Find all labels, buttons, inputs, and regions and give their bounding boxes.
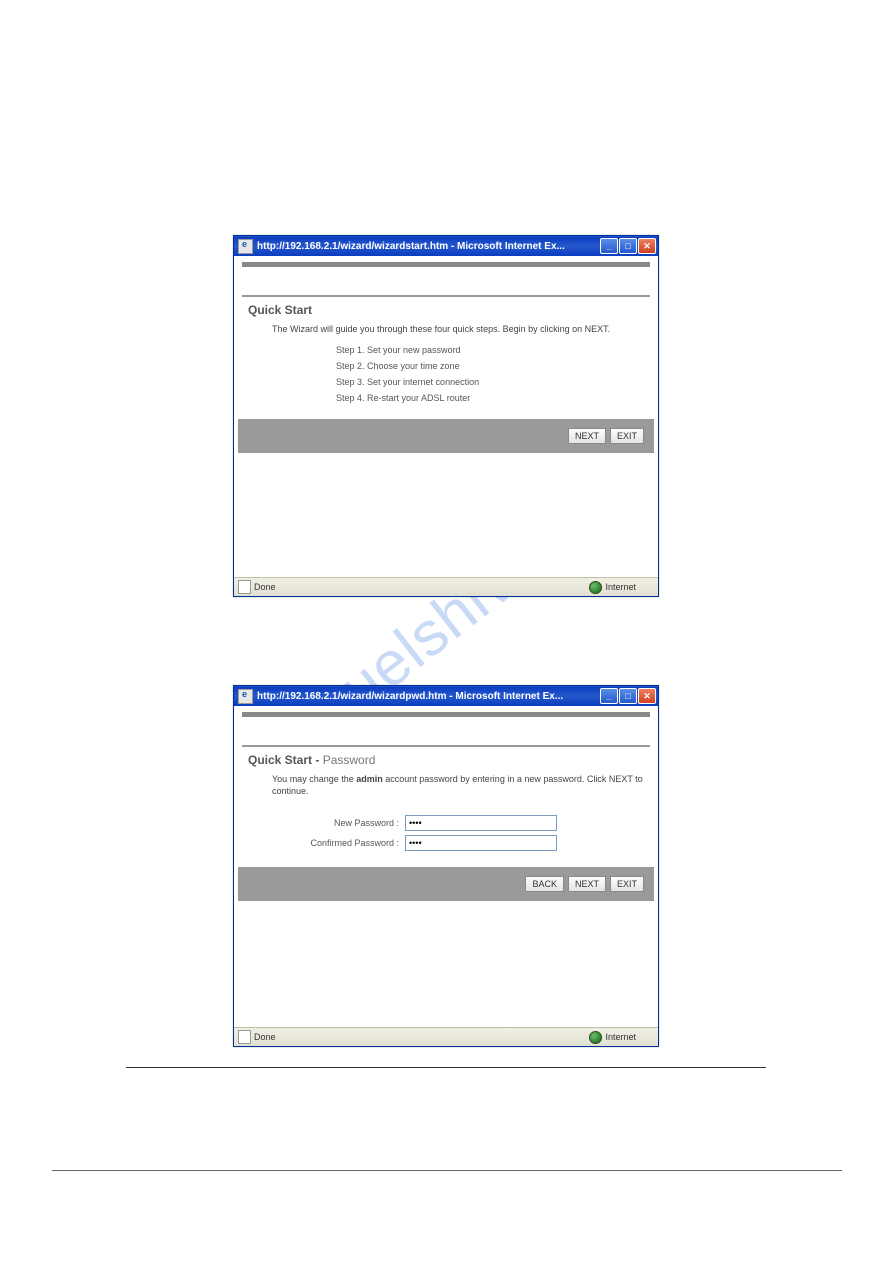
close-button[interactable]: ✕ [638,238,656,254]
document-page: http://192.168.2.1/wizard/wizardstart.ht… [126,40,766,1068]
status-text: Done [254,1032,276,1042]
step-list: Step 1. Set your new password Step 2. Ch… [336,345,650,403]
page-content: Quick Start - Password You may change th… [234,706,658,1027]
new-password-label: New Password : [242,818,405,828]
window-controls: _ □ ✕ [600,688,656,704]
page-content: Quick Start The Wizard will guide you th… [234,256,658,577]
minimize-button[interactable]: _ [600,238,618,254]
new-password-input[interactable] [405,815,557,831]
browser-window-quickstart: http://192.168.2.1/wizard/wizardstart.ht… [233,235,659,597]
window-titlebar[interactable]: http://192.168.2.1/wizard/wizardpwd.htm … [234,686,658,706]
status-zone: Internet [589,581,654,594]
intro-text: You may change the admin account passwor… [272,773,650,797]
section-divider [242,745,650,747]
section-heading: Quick Start - Password [248,753,650,767]
maximize-button[interactable]: □ [619,238,637,254]
window-title: http://192.168.2.1/wizard/wizardpwd.htm … [257,691,600,702]
header-bar [242,712,650,717]
maximize-button[interactable]: □ [619,688,637,704]
browser-window-password: http://192.168.2.1/wizard/wizardpwd.htm … [233,685,659,1047]
globe-icon [589,581,602,594]
form-row-new-password: New Password : [242,815,650,831]
window-title: http://192.168.2.1/wizard/wizardstart.ht… [257,241,600,252]
section-heading: Quick Start [248,303,650,317]
window-titlebar[interactable]: http://192.168.2.1/wizard/wizardstart.ht… [234,236,658,256]
button-bar: NEXT EXIT [238,419,654,453]
intro-text: The Wizard will guide you through these … [272,323,650,335]
step-item: Step 3. Set your internet connection [336,377,650,387]
window-controls: _ □ ✕ [600,238,656,254]
status-left: Done [238,1030,589,1044]
next-button[interactable]: NEXT [568,428,606,444]
status-bar: Done Internet [234,577,658,596]
confirm-password-label: Confirmed Password : [242,838,405,848]
status-bar: Done Internet [234,1027,658,1046]
exit-button[interactable]: EXIT [610,876,644,892]
page-icon [238,580,251,594]
next-button[interactable]: NEXT [568,876,606,892]
page-footer-rule [52,1170,842,1171]
step-item: Step 4. Re-start your ADSL router [336,393,650,403]
page-icon [238,1030,251,1044]
document-rule [126,1067,766,1068]
zone-text: Internet [605,1032,636,1042]
section-divider [242,295,650,297]
header-bar [242,262,650,267]
form-row-confirm-password: Confirmed Password : [242,835,650,851]
zone-text: Internet [605,582,636,592]
button-bar: BACK NEXT EXIT [238,867,654,901]
status-left: Done [238,580,589,594]
step-item: Step 1. Set your new password [336,345,650,355]
status-text: Done [254,582,276,592]
confirm-password-input[interactable] [405,835,557,851]
ie-icon [238,239,253,254]
close-button[interactable]: ✕ [638,688,656,704]
ie-icon [238,689,253,704]
back-button[interactable]: BACK [525,876,564,892]
status-zone: Internet [589,1031,654,1044]
globe-icon [589,1031,602,1044]
exit-button[interactable]: EXIT [610,428,644,444]
step-item: Step 2. Choose your time zone [336,361,650,371]
minimize-button[interactable]: _ [600,688,618,704]
